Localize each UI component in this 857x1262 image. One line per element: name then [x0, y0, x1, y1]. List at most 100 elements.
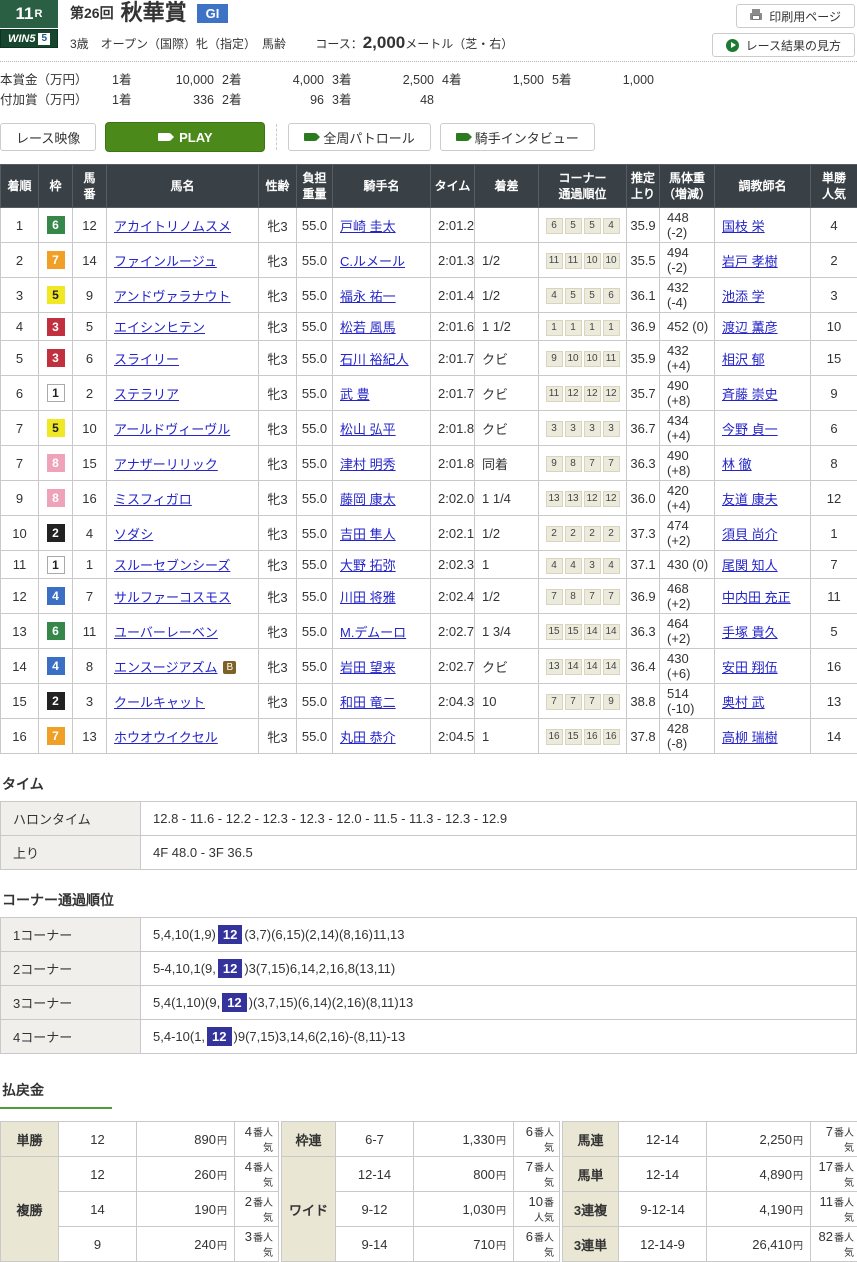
trainer-link[interactable]: 中内田 充正	[722, 590, 791, 605]
jockey-cell: M.デムーロ	[333, 614, 431, 649]
time-cell: 2:01.6	[431, 313, 475, 341]
trainer-link[interactable]: 岩戸 孝樹	[722, 254, 778, 269]
result-row: 5 3 6 スライリー 牝3 55.0 石川 裕紀人 2:01.7 クビ 910…	[1, 341, 857, 376]
play-label: PLAY	[179, 130, 212, 145]
corner-pre: 5,4(1,10)(9,	[153, 995, 220, 1010]
horse-name-link[interactable]: ホウオウイクセル	[114, 730, 218, 745]
time-cell: 2:01.2	[431, 208, 475, 243]
yen-suffix: 円	[793, 1206, 803, 1217]
jockey-link[interactable]: 丸田 恭介	[340, 730, 396, 745]
jockey-link[interactable]: 藤岡 康太	[340, 492, 396, 507]
last-3f: 36.3	[627, 446, 660, 481]
payout-popularity-value: 3	[245, 1229, 252, 1244]
trainer-link[interactable]: 渡辺 薫彦	[722, 320, 778, 335]
payout-popularity-value: 17	[819, 1159, 833, 1174]
corner-passing-cell: 15151414	[539, 614, 627, 649]
payout-type-label: 複勝	[1, 1157, 59, 1262]
jockey-link[interactable]: 武 豊	[340, 387, 370, 402]
horse-name-link[interactable]: ソダシ	[114, 527, 153, 542]
prize-place: 2着	[222, 90, 260, 110]
corner-position: 10	[584, 253, 601, 269]
result-guide-button[interactable]: レース結果の見方	[712, 33, 855, 57]
trainer-link[interactable]: 手塚 貴久	[722, 625, 778, 640]
horse-name-link[interactable]: エンスージアズム	[114, 660, 217, 675]
trainer-link[interactable]: 高柳 瑞樹	[722, 730, 778, 745]
race-result-page: 11R WIN5 5 第26回 秋華賞 GI 3歳 オープン（国際）牝（指定） …	[0, 0, 857, 1262]
jockey-link[interactable]: 川田 将雅	[340, 590, 396, 605]
margin-cell: 同着	[475, 446, 539, 481]
horse-name-link[interactable]: ミスフィガロ	[114, 492, 192, 507]
finish-position: 1	[1, 208, 39, 243]
print-page-button[interactable]: 印刷用ページ	[736, 4, 855, 28]
patrol-video-button[interactable]: 全周パトロール	[288, 123, 430, 151]
jockey-link[interactable]: 大野 拓弥	[340, 558, 396, 573]
horse-name-link[interactable]: ファインルージュ	[114, 254, 217, 269]
play-button[interactable]: PLAY	[105, 122, 265, 152]
trainer-link[interactable]: 相沢 郁	[722, 352, 765, 367]
corner-pre: 5,4,10(1,9)	[153, 927, 216, 942]
horse-name-link[interactable]: アナザーリリック	[114, 457, 218, 472]
horse-name-link[interactable]: スライリー	[114, 352, 179, 367]
win-popularity: 2	[811, 243, 857, 278]
corner-position: 7	[546, 694, 563, 710]
trainer-cell: 安田 翔伍	[715, 649, 811, 684]
horse-name-link[interactable]: アンドヴァラナウト	[114, 289, 230, 304]
horse-name-link[interactable]: アールドヴィーヴル	[114, 422, 230, 437]
jockey-link[interactable]: 津村 明秀	[340, 457, 396, 472]
trainer-link[interactable]: 安田 翔伍	[722, 660, 778, 675]
trainer-link[interactable]: 池添 学	[722, 289, 765, 304]
win-popularity: 5	[811, 614, 857, 649]
last-up-row: 上り 4F 48.0 - 3F 36.5	[1, 836, 857, 870]
frame-badge: 5	[47, 419, 65, 437]
jockey-link[interactable]: 福永 祐一	[340, 289, 396, 304]
sex-age: 牝3	[259, 481, 297, 516]
race-video-button[interactable]: レース映像	[0, 123, 96, 151]
jockey-cell: 武 豊	[333, 376, 431, 411]
body-weight: 468 (+2)	[660, 579, 715, 614]
trainer-link[interactable]: 今野 貞一	[722, 422, 778, 437]
trainer-link[interactable]: 斉藤 崇史	[722, 387, 778, 402]
jockey-link[interactable]: 岩田 望来	[340, 660, 396, 675]
jockey-link[interactable]: 戸崎 圭太	[340, 219, 396, 234]
horse-name-link[interactable]: エイシンヒテン	[114, 320, 205, 335]
payout-selection: 9	[59, 1227, 137, 1262]
jockey-link[interactable]: 和田 竜二	[340, 695, 396, 710]
jockey-link[interactable]: 松山 弘平	[340, 422, 396, 437]
payout-popularity: 4番人気	[235, 1157, 279, 1192]
jockey-link[interactable]: M.デムーロ	[340, 625, 406, 640]
result-row: 3 5 9 アンドヴァラナウト 牝3 55.0 福永 祐一 2:01.4 1/2…	[1, 278, 857, 313]
jockey-link[interactable]: C.ルメール	[340, 254, 405, 269]
trainer-link[interactable]: 尾関 知人	[722, 558, 778, 573]
trainer-cell: 奥村 武	[715, 684, 811, 719]
carried-weight: 55.0	[297, 243, 333, 278]
jockey-link[interactable]: 松若 風馬	[340, 320, 396, 335]
horse-name-link[interactable]: クールキャット	[114, 695, 205, 710]
payout-popularity: 2番人気	[235, 1192, 279, 1227]
jockey-interview-button[interactable]: 騎手インタビュー	[440, 123, 595, 151]
jockey-link[interactable]: 吉田 隼人	[340, 527, 396, 542]
body-weight: 428 (-8)	[660, 719, 715, 754]
horse-name-cell: ユーバーレーベン	[107, 614, 259, 649]
added-prize-row: 付加賞（万円） 1着3362着963着48	[0, 90, 857, 110]
payout-type-label: 馬連	[563, 1122, 619, 1157]
trainer-link[interactable]: 須貝 尚介	[722, 527, 778, 542]
horse-name-link[interactable]: ユーバーレーベン	[114, 625, 218, 640]
corner-position: 7	[584, 694, 601, 710]
trainer-link[interactable]: 国枝 栄	[722, 219, 765, 234]
trainer-link[interactable]: 奥村 武	[722, 695, 765, 710]
corner-position: 9	[546, 456, 563, 472]
trainer-link[interactable]: 林 徹	[722, 457, 752, 472]
horse-name-link[interactable]: アカイトリノムスメ	[114, 219, 231, 234]
carried-weight: 55.0	[297, 376, 333, 411]
jockey-link[interactable]: 石川 裕紀人	[340, 352, 409, 367]
horse-name-link[interactable]: スルーセブンシーズ	[114, 558, 230, 573]
horse-name-link[interactable]: ステラリア	[114, 387, 179, 402]
finish-position: 10	[1, 516, 39, 551]
horse-name-link[interactable]: サルファーコスモス	[114, 590, 231, 605]
header-buttons: 印刷用ページ レース結果の見方	[712, 0, 857, 57]
finish-position: 7	[1, 446, 39, 481]
corner-position: 14	[603, 659, 620, 675]
win-popularity: 12	[811, 481, 857, 516]
trainer-link[interactable]: 友道 康夫	[722, 492, 778, 507]
corner-position: 15	[565, 624, 582, 640]
